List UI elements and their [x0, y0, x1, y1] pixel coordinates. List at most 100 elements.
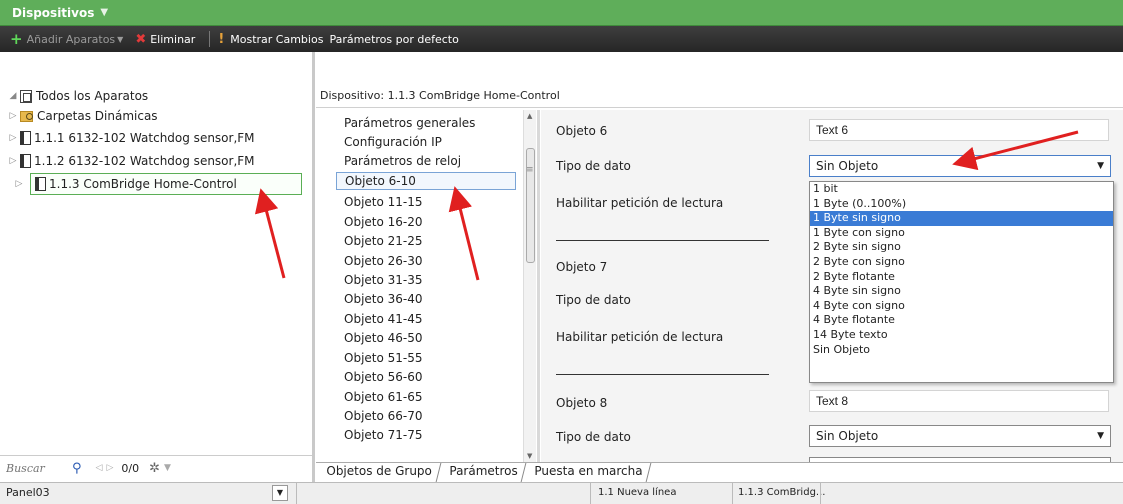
- add-devices-label: Añadir Aparatos: [26, 32, 116, 46]
- param-list-item[interactable]: Objeto 51-55: [344, 351, 423, 365]
- expand-arrow-icon[interactable]: ▷: [6, 133, 20, 143]
- param-list-item[interactable]: Parámetros de reloj: [344, 154, 461, 168]
- tab-label: Objetos de Grupo: [326, 464, 432, 478]
- chevron-down-icon[interactable]: ▼: [1097, 431, 1104, 441]
- tab-group-objects[interactable]: Objetos de Grupo: [315, 463, 441, 482]
- param-list-item-selected[interactable]: Objeto 6-10: [336, 172, 516, 190]
- param-list-item[interactable]: Configuración IP: [344, 135, 442, 149]
- chevron-down-icon[interactable]: ▼: [1097, 161, 1104, 171]
- dropdown-option[interactable]: 2 Byte con signo: [810, 255, 1113, 270]
- tree-root-label: Todos los Aparatos: [36, 89, 149, 103]
- panel-title-bar: Dispositivos ▼: [0, 0, 1123, 26]
- device-icon: [20, 131, 31, 145]
- expand-arrow-icon[interactable]: ▷: [12, 179, 26, 189]
- dropdown-option[interactable]: 4 Byte flotante: [810, 313, 1113, 328]
- tree-item-device[interactable]: ▷ 1.1.1 6132-102 Watchdog sensor,FM: [0, 128, 255, 148]
- datatype-label: Tipo de dato: [556, 159, 631, 173]
- status-panel-name: Panel03: [6, 486, 50, 499]
- folder-icon: [20, 110, 33, 122]
- chevron-down-icon[interactable]: ▼: [272, 485, 288, 501]
- param-list-item[interactable]: Objeto 21-25: [344, 234, 423, 248]
- grip-icon: ≡: [526, 165, 534, 175]
- param-list-item[interactable]: Objeto 26-30: [344, 254, 423, 268]
- dropdown-option[interactable]: 2 Byte sin signo: [810, 240, 1113, 255]
- tree-item-dynamic-folders[interactable]: ▷ Carpetas Dinámicas: [0, 106, 158, 126]
- datatype-select[interactable]: Sin Objeto ▼: [809, 155, 1111, 177]
- tree-item-device-selected[interactable]: 1.1.3 ComBridge Home-Control: [30, 173, 302, 195]
- plus-icon: +: [10, 30, 23, 48]
- show-changes-label: Mostrar Cambios: [230, 32, 324, 46]
- tree-item-label: 1.1.1 6132-102 Watchdog sensor,FM: [34, 131, 255, 145]
- panel-title: Dispositivos: [12, 5, 95, 20]
- dropdown-option[interactable]: 14 Byte texto: [810, 328, 1113, 343]
- param-list-item[interactable]: Objeto 56-60: [344, 370, 423, 384]
- datatype-label: Tipo de dato: [556, 293, 631, 307]
- section-divider: [556, 240, 769, 241]
- tree-item-label: 1.1.2 6132-102 Watchdog sensor,FM: [34, 154, 255, 168]
- tab-parameters[interactable]: Parámetros: [438, 463, 527, 482]
- param-list-item[interactable]: Objeto 31-35: [344, 273, 423, 287]
- scroll-down-icon[interactable]: ▼: [527, 452, 532, 460]
- show-changes-button[interactable]: ! Mostrar Cambios: [218, 32, 323, 47]
- delete-label: Eliminar: [150, 32, 196, 46]
- dropdown-option-highlighted[interactable]: 1 Byte sin signo: [810, 211, 1113, 226]
- dropdown-option[interactable]: Sin Objeto: [810, 343, 1113, 358]
- tree-item-expand[interactable]: ▷: [6, 174, 26, 194]
- all-devices-icon: [20, 89, 32, 103]
- status-divider: [820, 483, 821, 504]
- expand-arrow-icon[interactable]: ▷: [6, 111, 20, 121]
- chevron-down-icon[interactable]: ▼: [117, 35, 123, 44]
- object6-text-field[interactable]: [809, 119, 1109, 141]
- object8-label: Objeto 8: [556, 396, 608, 410]
- dropdown-option[interactable]: 1 bit: [810, 182, 1113, 197]
- datatype-select[interactable]: Sin Objeto ▼: [809, 425, 1111, 447]
- expand-arrow-icon[interactable]: ▷: [6, 156, 20, 166]
- add-devices-button[interactable]: + Añadir Aparatos ▼: [10, 30, 129, 48]
- tree-root[interactable]: ◢ Todos los Aparatos: [0, 86, 149, 106]
- tree-item-device[interactable]: ▷ 1.1.2 6132-102 Watchdog sensor,FM: [0, 151, 255, 171]
- status-divider: [732, 483, 733, 504]
- tab-commissioning[interactable]: Puesta en marcha: [523, 463, 652, 482]
- search-icon[interactable]: ⚲: [72, 461, 82, 476]
- param-list-scrollbar[interactable]: ▲ ≡ ▼: [523, 110, 536, 462]
- param-list-item[interactable]: Objeto 71-75: [344, 428, 423, 442]
- datatype-label: Tipo de dato: [556, 430, 631, 444]
- result-count: 0/0: [121, 461, 140, 475]
- splitter[interactable]: [537, 110, 540, 462]
- scroll-up-icon[interactable]: ▲: [527, 112, 532, 120]
- next-arrow-icon[interactable]: ▷: [106, 463, 113, 473]
- splitter[interactable]: [312, 52, 315, 482]
- dropdown-option[interactable]: 4 Byte con signo: [810, 299, 1113, 314]
- object7-label: Objeto 7: [556, 260, 608, 274]
- param-list-item[interactable]: Objeto 36-40: [344, 292, 423, 306]
- param-list-item[interactable]: Objeto 16-20: [344, 215, 423, 229]
- gear-icon[interactable]: ✲: [149, 461, 160, 476]
- read-request-label: Habilitar petición de lectura: [556, 330, 724, 344]
- param-list-item[interactable]: Objeto 41-45: [344, 312, 423, 326]
- device-header-label: Dispositivo: 1.1.3 ComBridge Home-Contro…: [320, 89, 560, 102]
- search-input[interactable]: [6, 461, 66, 475]
- param-list-item[interactable]: Objeto 46-50: [344, 331, 423, 345]
- delete-icon: ✖: [135, 31, 147, 47]
- tab-label: Puesta en marcha: [534, 464, 643, 478]
- dropdown-option[interactable]: 1 Byte (0..100%): [810, 197, 1113, 212]
- tree-footer: ⚲ ◁ ▷ 0/0 ✲ ▼: [0, 455, 312, 480]
- status-divider: [590, 483, 591, 504]
- param-list-item[interactable]: Parámetros generales: [344, 116, 475, 130]
- status-bar: Panel03 ▼ 1.1 Nueva línea 1.1.3 ComBridg…: [0, 482, 1123, 504]
- dropdown-option[interactable]: 1 Byte con signo: [810, 226, 1113, 241]
- object8-text-field[interactable]: [809, 390, 1109, 412]
- chevron-down-icon[interactable]: ▼: [164, 463, 171, 473]
- chevron-down-icon[interactable]: ▼: [100, 7, 108, 18]
- dropdown-option[interactable]: 4 Byte sin signo: [810, 284, 1113, 299]
- param-list-item[interactable]: Objeto 61-65: [344, 390, 423, 404]
- prev-arrow-icon[interactable]: ◁: [96, 463, 103, 473]
- dropdown-option[interactable]: 2 Byte flotante: [810, 270, 1113, 285]
- param-list-item[interactable]: Objeto 66-70: [344, 409, 423, 423]
- delete-button[interactable]: ✖ Eliminar: [135, 32, 195, 47]
- device-icon: [20, 154, 31, 168]
- default-parameters-button[interactable]: Parámetros por defecto: [329, 33, 458, 46]
- collapse-arrow-icon[interactable]: ◢: [6, 91, 20, 101]
- param-list-item[interactable]: Objeto 11-15: [344, 195, 423, 209]
- device-header: Dispositivo: 1.1.3 ComBridge Home-Contro…: [316, 84, 1123, 108]
